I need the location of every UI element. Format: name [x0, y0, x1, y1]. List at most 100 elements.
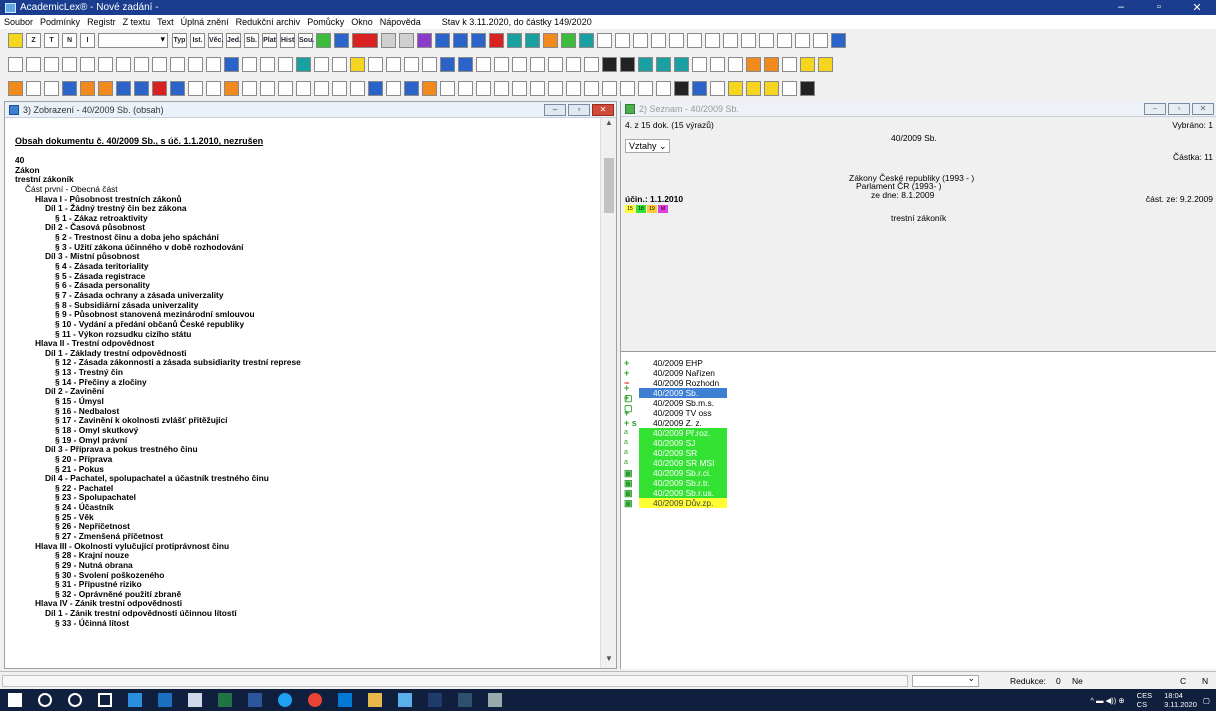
tool-35-icon[interactable]	[620, 80, 635, 96]
tool-28-icon[interactable]	[494, 80, 509, 96]
italic-button[interactable]: I	[80, 32, 95, 48]
print-icon[interactable]	[831, 32, 846, 48]
app-2-icon[interactable]	[458, 693, 472, 707]
menu-z-textu[interactable]: Z textu	[123, 17, 151, 27]
scroll-up-icon[interactable]: ▲	[601, 118, 617, 132]
nav-23-icon[interactable]	[566, 56, 581, 72]
nav-14-icon[interactable]	[260, 56, 275, 72]
store-icon[interactable]	[158, 693, 172, 707]
list-item[interactable]: −40/2009 Rozhodn	[621, 378, 1216, 388]
tool-12-icon[interactable]	[206, 80, 221, 96]
list-close-button[interactable]: ✕	[1192, 102, 1214, 115]
close-button[interactable]: ✕	[1178, 1, 1216, 14]
list-item[interactable]: + ▢ 40/2009 Sb.m.s.	[621, 393, 1216, 413]
nav-3-icon[interactable]	[44, 56, 59, 72]
list-item[interactable]: ▣ 40/2009 Dův.zp.	[621, 498, 1216, 508]
lex-icon[interactable]	[428, 693, 442, 707]
rel-3-button[interactable]	[741, 32, 756, 48]
nav-2-icon[interactable]	[26, 56, 41, 72]
tree-icon[interactable]	[507, 32, 522, 48]
tool-3-icon[interactable]	[44, 80, 59, 96]
tool-8-icon[interactable]	[134, 80, 149, 96]
nav-11-icon[interactable]	[188, 56, 203, 72]
bold-button[interactable]: Z	[26, 32, 41, 48]
tool-1-icon[interactable]	[8, 80, 23, 96]
list-item[interactable]: + ▢ 40/2009 Sb.	[621, 383, 1216, 403]
vec-button[interactable]: Věc.	[208, 32, 223, 48]
list-item[interactable]: a 40/2009 SR	[621, 448, 1216, 458]
list-item[interactable]: a 40/2009 Př.roz.	[621, 428, 1216, 438]
nav-10-icon[interactable]	[170, 56, 185, 72]
tree-2-icon[interactable]	[525, 32, 540, 48]
nav-31-icon[interactable]	[800, 56, 815, 72]
tool-44-icon[interactable]	[800, 80, 815, 96]
scroll-thumb[interactable]	[604, 158, 614, 213]
sou-button[interactable]: Sou.	[298, 32, 314, 48]
nav-24-icon[interactable]	[584, 56, 599, 72]
nav-4-icon[interactable]	[62, 56, 77, 72]
content-minimize-button[interactable]: –	[544, 103, 566, 116]
pin-icon[interactable]	[489, 32, 504, 48]
split-3-icon[interactable]	[674, 56, 689, 72]
link-icon[interactable]	[417, 32, 432, 48]
window-icon[interactable]	[440, 56, 455, 72]
tool-25-icon[interactable]	[440, 80, 455, 96]
list-restore-button[interactable]: ▫	[1168, 102, 1190, 115]
search-icon[interactable]	[38, 693, 52, 707]
tef-button[interactable]	[633, 32, 648, 48]
tool-11-icon[interactable]	[188, 80, 203, 96]
tool-20-icon[interactable]	[350, 80, 365, 96]
reset-button[interactable]	[352, 32, 378, 48]
tool-7-icon[interactable]	[116, 80, 131, 96]
notification-icon[interactable]: ▢	[1203, 696, 1210, 705]
list-item[interactable]: ▣ 40/2009 Sb.r.tr.	[621, 478, 1216, 488]
excel-icon[interactable]	[218, 693, 232, 707]
content-scrollbar[interactable]: ▲ ▼	[600, 118, 616, 668]
tray-clock[interactable]: 18:04 3.11.2020	[1158, 691, 1197, 709]
grid-icon[interactable]	[561, 32, 576, 48]
tool-21-icon[interactable]	[368, 80, 383, 96]
tool-13-icon[interactable]	[224, 80, 239, 96]
menu-uplna-zneni[interactable]: Úplná znění	[181, 17, 229, 27]
nav-32-icon[interactable]	[818, 56, 833, 72]
nav-6-icon[interactable]	[98, 56, 113, 72]
tool-15-icon[interactable]	[260, 80, 275, 96]
tool-24-icon[interactable]	[422, 80, 437, 96]
hist-nav-button[interactable]	[368, 56, 383, 72]
question-icon[interactable]	[399, 32, 414, 48]
folder-icon[interactable]	[368, 693, 382, 707]
list-item[interactable]: +40/2009 EHP	[621, 358, 1216, 368]
chrome-icon[interactable]	[308, 693, 322, 707]
content-restore-button[interactable]: ▫	[568, 103, 590, 116]
nav-13-icon[interactable]	[242, 56, 257, 72]
nav-29-icon[interactable]	[764, 56, 779, 72]
help-icon[interactable]	[381, 32, 396, 48]
document-header[interactable]: Obsah dokumentu č. 40/2009 Sb., s úč. 1.…	[15, 136, 600, 146]
list-item[interactable]: a 40/2009 SR MSI	[621, 458, 1216, 468]
minimize-button[interactable]: –	[1102, 1, 1140, 14]
tool-34-icon[interactable]	[602, 80, 617, 96]
nav-9-icon[interactable]	[152, 56, 167, 72]
chip-m[interactable]: M	[658, 205, 668, 213]
app-3-icon[interactable]	[488, 693, 502, 707]
list-item[interactable]: ▣ 40/2009 Sb.r.ci.	[621, 468, 1216, 478]
chip-18[interactable]: 18	[636, 205, 646, 213]
menu-registr[interactable]: Registr	[87, 17, 116, 27]
plat-button[interactable]: Plat	[262, 32, 277, 48]
nav-20-icon[interactable]	[476, 56, 491, 72]
menu-napoveda[interactable]: Nápověda	[380, 17, 421, 27]
content-close-button[interactable]: ✕	[592, 103, 614, 116]
bookmark-icon[interactable]	[543, 32, 558, 48]
nav-21-icon[interactable]	[494, 56, 509, 72]
maximize-button[interactable]: ▫	[1140, 1, 1178, 14]
outline-item[interactable]: § 24 - Účastník	[15, 502, 600, 513]
nav-17-icon[interactable]	[314, 56, 329, 72]
tool-29-icon[interactable]	[512, 80, 527, 96]
tf-button[interactable]	[597, 32, 612, 48]
tool-30-icon[interactable]	[530, 80, 545, 96]
tool-41-icon[interactable]	[728, 80, 743, 96]
tool-close-icon[interactable]	[782, 80, 797, 96]
font-combo[interactable]	[98, 32, 168, 48]
zru-button[interactable]	[687, 32, 702, 48]
tray-lang[interactable]: CES CS	[1131, 691, 1152, 709]
